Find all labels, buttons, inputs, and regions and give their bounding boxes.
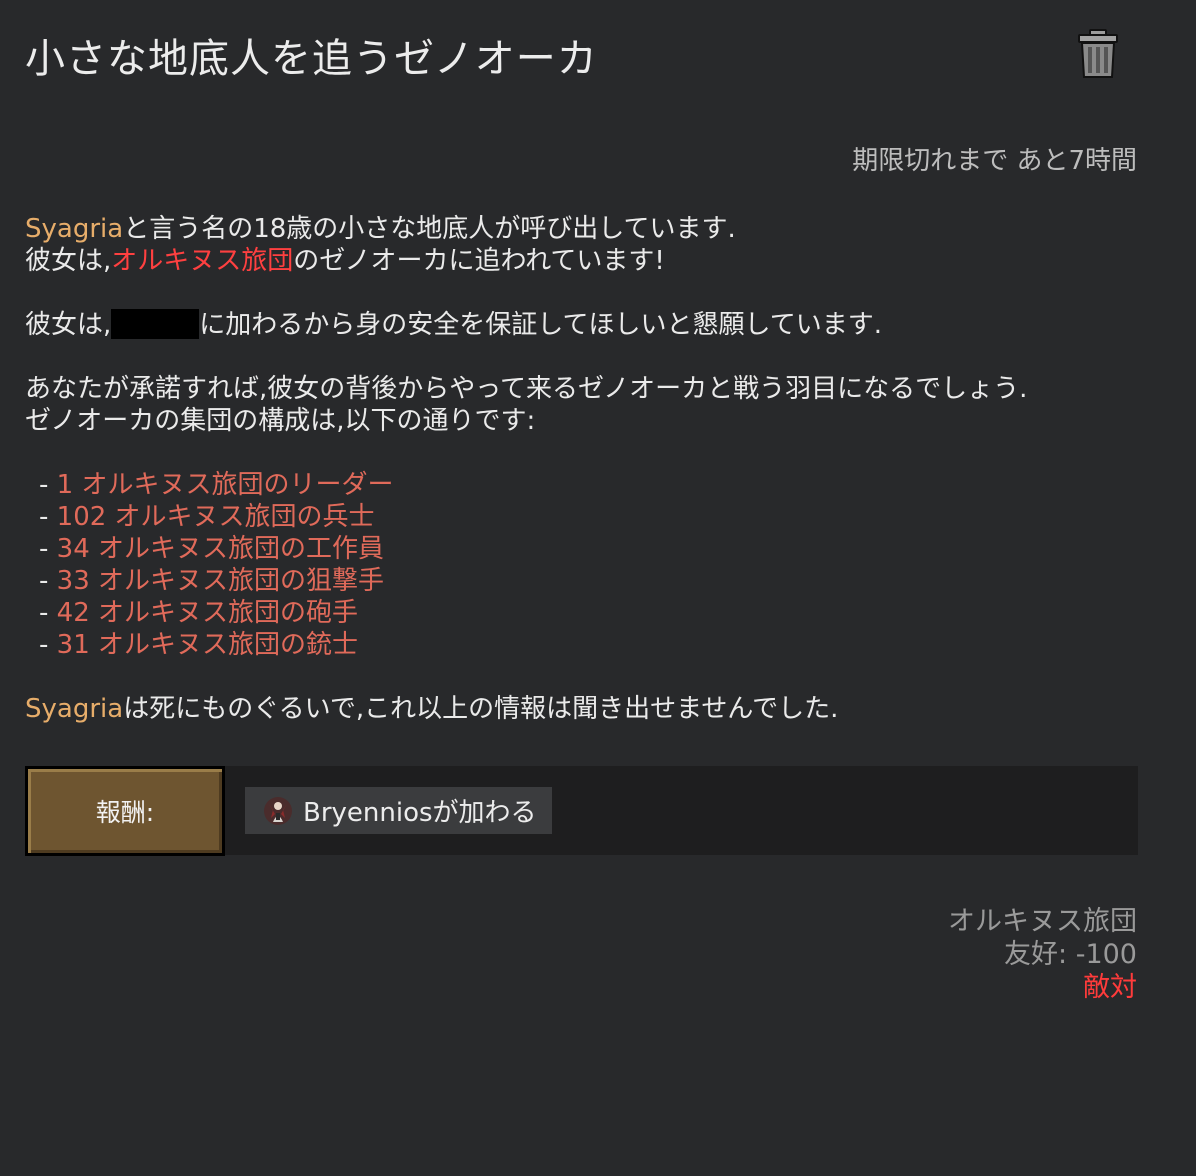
enemy-list-item: - 31 オルキヌス旅団の銃士 [39, 630, 359, 660]
reward-bar: 報酬: Bryenniosが加わる [25, 766, 1138, 856]
description-line-2: 彼女は,オルキヌス旅団のゼノオーカに追われています! [25, 246, 665, 276]
enemy-list-item: - 33 オルキヌス旅団の狙撃手 [39, 566, 385, 596]
trash-icon[interactable] [1076, 28, 1120, 80]
faction-name[interactable]: オルキヌス旅団 [948, 905, 1137, 938]
expiry-timer: 期限切れまで あと7時間 [852, 146, 1137, 176]
redacted-box [111, 309, 200, 339]
faction-goodwill: 友好: -100 [1004, 939, 1137, 970]
reward-item-button[interactable]: Bryenniosが加わる [245, 787, 552, 834]
description-line-3: 彼女は, に加わるから身の安全を保証してほしいと懇願しています. [25, 309, 882, 340]
quest-title: 小さな地底人を追うゼノオーカ [25, 36, 598, 82]
pawn-portrait-icon [263, 796, 293, 826]
enemy-list: - 1 オルキヌス旅団のリーダー - 102 オルキヌス旅団の兵士 - 34 オ… [25, 469, 1145, 661]
description-closing: Syagriaは死にものぐるいで,これ以上の情報は聞き出せませんでした. [25, 694, 839, 724]
pawn-name: Syagria [25, 694, 124, 724]
faction-link[interactable]: オルキヌス旅団 [111, 246, 293, 276]
enemy-list-item: - 1 オルキヌス旅団のリーダー [39, 470, 394, 500]
quest-description: Syagriaと言う名の18歳の小さな地底人が呼び出しています. 彼女は,オルキ… [25, 213, 1145, 725]
enemy-list-item: - 42 オルキヌス旅団の砲手 [39, 598, 359, 628]
description-line-5: ゼノオーカの集団の構成は,以下の通りです: [25, 406, 536, 436]
faction-info: オルキヌス旅団 友好: -100 敵対 [948, 905, 1137, 1004]
faction-relation: 敵対 [1083, 972, 1137, 1003]
description-line-1: Syagriaと言う名の18歳の小さな地底人が呼び出しています. [25, 214, 736, 244]
reward-item-label: Bryenniosが加わる [303, 798, 537, 828]
description-line-4: あなたが承諾すれば,彼女の背後からやって来るゼノオーカと戦う羽目になるでしょう. [25, 374, 1028, 404]
enemy-list-item: - 34 オルキヌス旅団の工作員 [39, 534, 385, 564]
reward-label: 報酬: [25, 766, 225, 856]
pawn-name: Syagria [25, 214, 124, 244]
enemy-list-item: - 102 オルキヌス旅団の兵士 [39, 502, 375, 532]
